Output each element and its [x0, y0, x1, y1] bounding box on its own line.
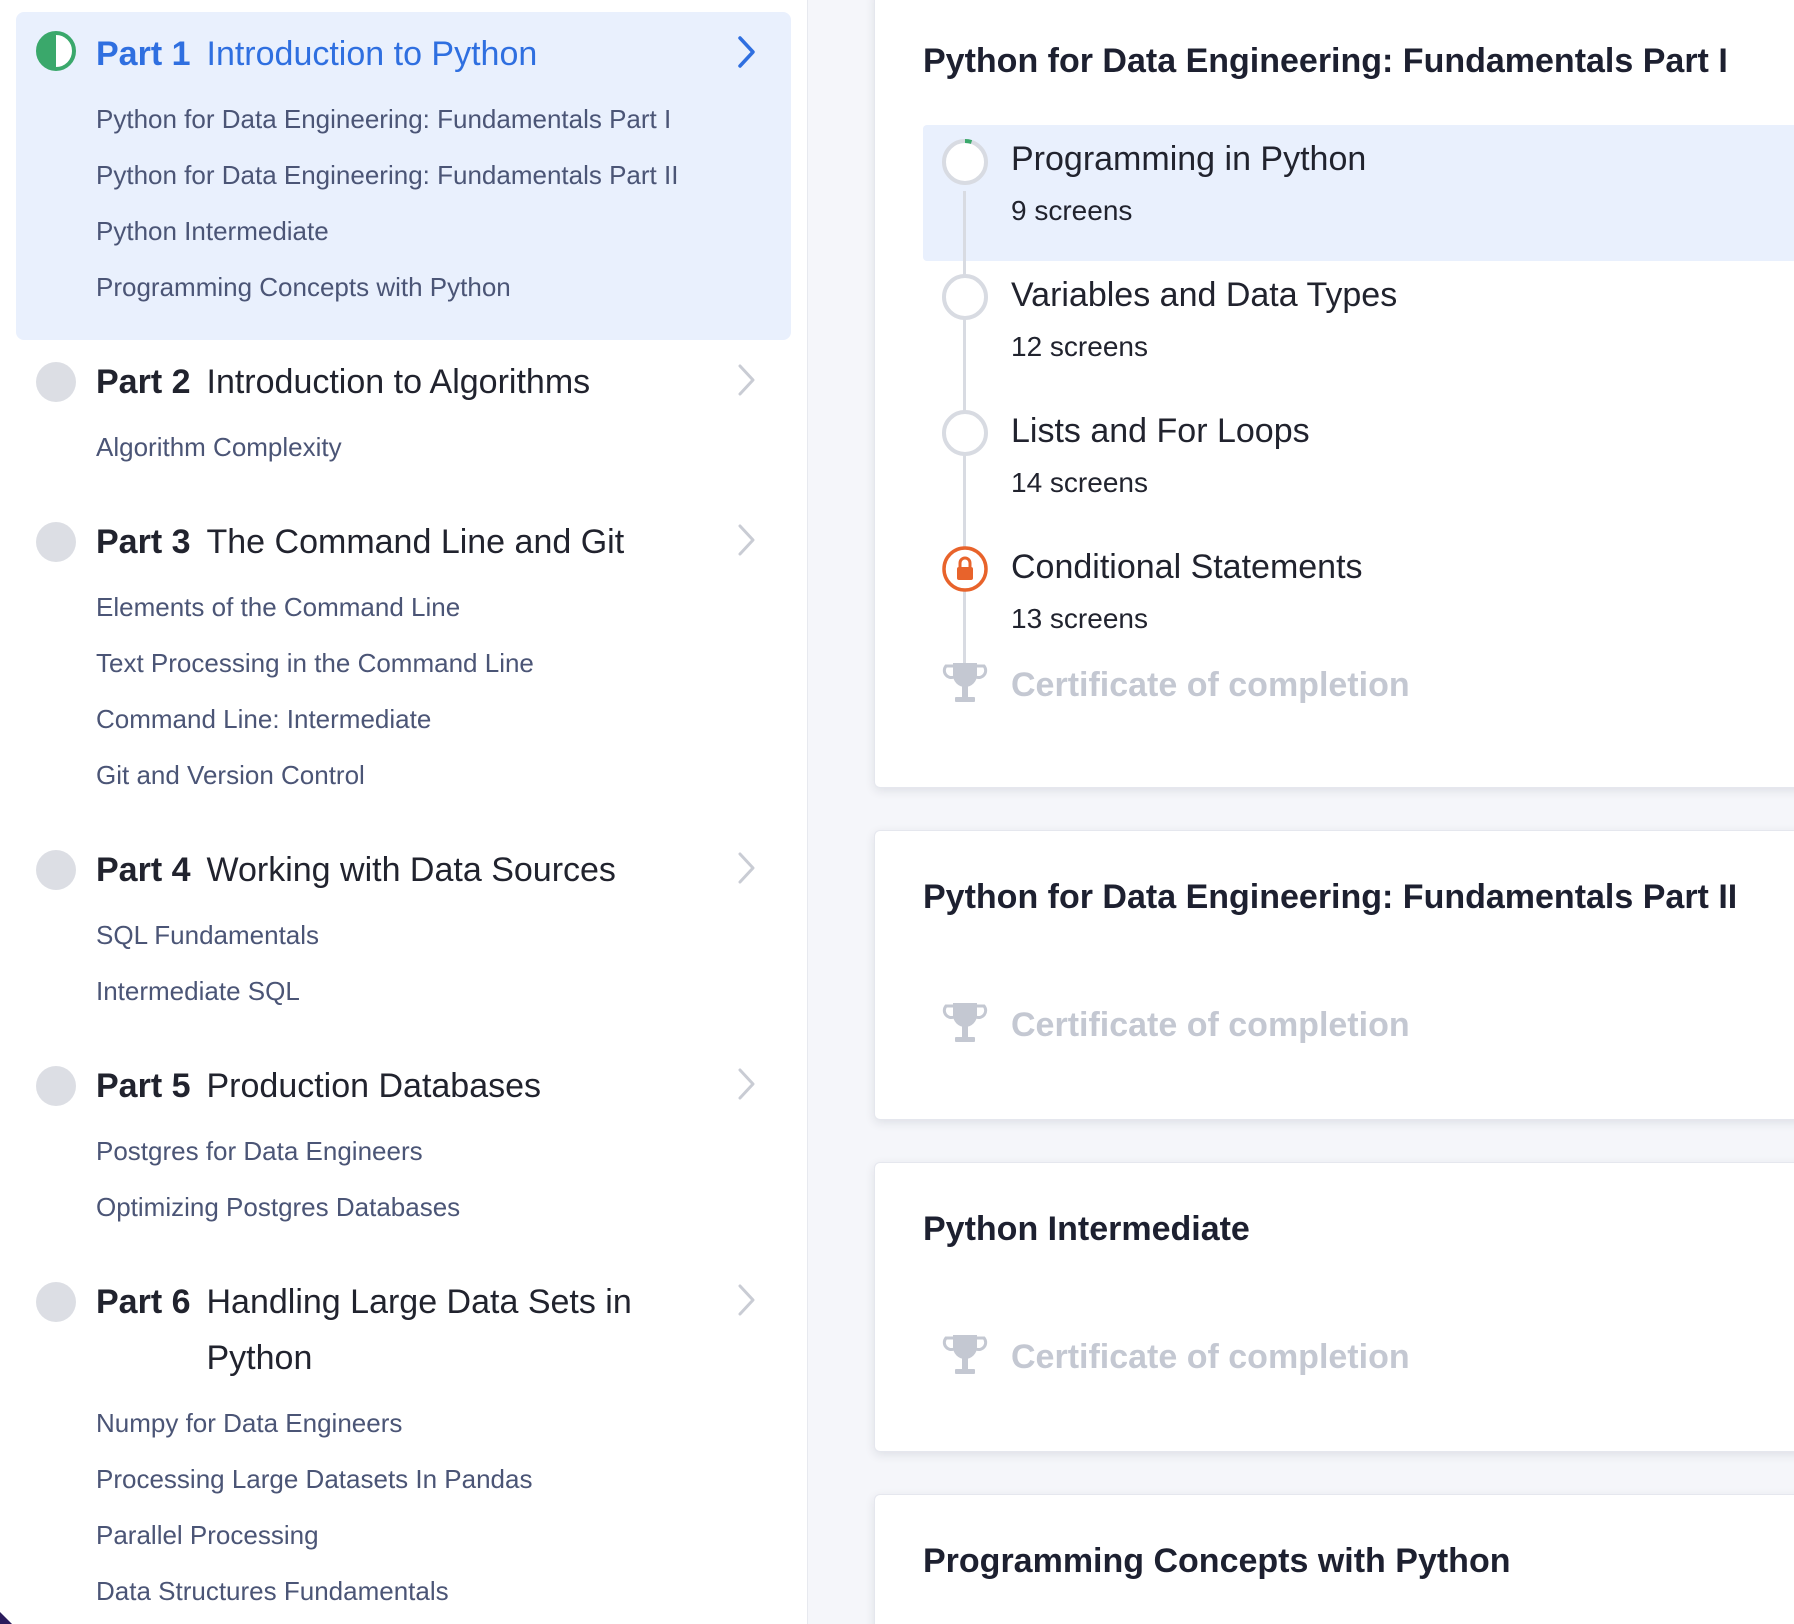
- course-card-title: Python for Data Engineering: Fundamental…: [923, 42, 1728, 80]
- certificate-label: Certificate of completion: [1011, 1338, 1410, 1376]
- course-card: Programming Concepts with Python: [874, 1494, 1794, 1624]
- part-title: The Command Line and Git: [206, 523, 625, 561]
- course-card-title: Python for Data Engineering: Fundamental…: [923, 878, 1738, 916]
- course-link[interactable]: Postgres for Data Engineers: [96, 1134, 751, 1168]
- certificate-label: Certificate of completion: [1011, 666, 1410, 704]
- progress-ring-icon: [941, 138, 989, 186]
- part-number: Part 4: [96, 851, 191, 889]
- course-link[interactable]: Programming Concepts with Python: [96, 270, 751, 304]
- half-progress-icon: [36, 31, 76, 71]
- course-link[interactable]: Processing Large Datasets In Pandas: [96, 1462, 751, 1496]
- part-6-heading[interactable]: Part 6 Handling Large Data Sets in Pytho…: [96, 1274, 701, 1386]
- lesson-title[interactable]: Conditional Statements: [1011, 545, 1363, 589]
- progress-ring-icon: [941, 409, 989, 457]
- part-2-heading[interactable]: Part 2 Introduction to Algorithms: [96, 354, 701, 410]
- window-corner: [0, 1612, 12, 1624]
- part-number: Part 2: [96, 363, 191, 401]
- course-link[interactable]: Python Intermediate: [96, 214, 751, 248]
- part-1-heading[interactable]: Part 1 Introduction to Python: [96, 26, 701, 82]
- certificate-label: Certificate of completion: [1011, 1006, 1410, 1044]
- course-link[interactable]: Algorithm Complexity: [96, 430, 751, 464]
- chevron-right-icon[interactable]: [731, 1280, 761, 1320]
- part-4-heading[interactable]: Part 4 Working with Data Sources: [96, 842, 701, 898]
- trophy-icon: [941, 1329, 989, 1379]
- course-link[interactable]: Numpy for Data Engineers: [96, 1406, 751, 1440]
- lock-icon: [941, 545, 989, 593]
- part-title: Introduction to Algorithms: [206, 363, 591, 401]
- lesson-screen-count: 9 screens: [1011, 195, 1133, 226]
- course-link[interactable]: Python for Data Engineering: Fundamental…: [96, 158, 751, 192]
- course-link[interactable]: Elements of the Command Line: [96, 590, 751, 624]
- not-started-status-icon: [36, 1282, 76, 1322]
- course-card: Python for Data Engineering: Fundamental…: [874, 830, 1794, 1120]
- part-number: Part 1: [96, 35, 191, 73]
- course-link[interactable]: Intermediate SQL: [96, 974, 751, 1008]
- progress-ring-icon: [941, 273, 989, 321]
- course-link[interactable]: Command Line: Intermediate: [96, 702, 751, 736]
- lesson-screen-count: 12 screens: [1011, 331, 1148, 362]
- part-number: Part 5: [96, 1067, 191, 1105]
- course-link[interactable]: Optimizing Postgres Databases: [96, 1190, 751, 1224]
- part-title: Production Databases: [206, 1067, 542, 1105]
- part-title: Working with Data Sources: [206, 851, 616, 889]
- course-card-title: Python Intermediate: [923, 1210, 1250, 1248]
- lesson-title[interactable]: Programming in Python: [1011, 137, 1366, 181]
- part-5-section[interactable]: Part 5 Production Databases Postgres for…: [16, 1054, 791, 1244]
- course-card-title: Programming Concepts with Python: [923, 1542, 1511, 1580]
- lesson-screen-count: 13 screens: [1011, 603, 1148, 634]
- trophy-icon: [941, 657, 989, 707]
- course-link[interactable]: SQL Fundamentals: [96, 918, 751, 952]
- course-detail-panel: Python for Data Engineering: Fundamental…: [874, 0, 1794, 1624]
- chevron-right-icon[interactable]: [731, 360, 761, 400]
- part-5-heading[interactable]: Part 5 Production Databases: [96, 1058, 701, 1114]
- course-link[interactable]: Git and Version Control: [96, 758, 751, 792]
- part-1-section[interactable]: Part 1 Introduction to Python Python for…: [16, 12, 791, 340]
- course-link[interactable]: Data Structures Fundamentals: [96, 1574, 751, 1608]
- lesson-title[interactable]: Variables and Data Types: [1011, 273, 1397, 317]
- part-number: Part 6: [96, 1283, 191, 1321]
- part-3-section[interactable]: Part 3 The Command Line and Git Elements…: [16, 510, 791, 810]
- not-started-status-icon: [36, 1066, 76, 1106]
- part-title: Handling Large Data Sets in Python: [206, 1283, 632, 1377]
- course-card: Python for Data Engineering: Fundamental…: [874, 0, 1794, 788]
- chevron-right-icon[interactable]: [731, 1064, 761, 1104]
- chevron-right-icon[interactable]: [731, 848, 761, 888]
- part-3-heading[interactable]: Part 3 The Command Line and Git: [96, 514, 701, 570]
- course-link[interactable]: Python for Data Engineering: Fundamental…: [96, 102, 751, 136]
- part-2-section[interactable]: Part 2 Introduction to Algorithms Algori…: [16, 350, 791, 490]
- course-card: Python Intermediate Certificate of compl…: [874, 1162, 1794, 1452]
- trophy-icon: [941, 997, 989, 1047]
- chevron-right-icon[interactable]: [731, 520, 761, 560]
- part-title: Introduction to Python: [206, 35, 538, 73]
- not-started-status-icon: [36, 850, 76, 890]
- not-started-status-icon: [36, 362, 76, 402]
- lesson-title[interactable]: Lists and For Loops: [1011, 409, 1310, 453]
- lesson-screen-count: 14 screens: [1011, 467, 1148, 498]
- part-4-section[interactable]: Part 4 Working with Data Sources SQL Fun…: [16, 838, 791, 1028]
- chevron-right-icon[interactable]: [731, 32, 761, 72]
- course-link[interactable]: Text Processing in the Command Line: [96, 646, 751, 680]
- part-6-section[interactable]: Part 6 Handling Large Data Sets in Pytho…: [16, 1270, 791, 1620]
- not-started-status-icon: [36, 522, 76, 562]
- part-number: Part 3: [96, 523, 191, 561]
- learning-path-sidebar: Part 1 Introduction to Python Python for…: [0, 0, 808, 1624]
- course-link[interactable]: Parallel Processing: [96, 1518, 751, 1552]
